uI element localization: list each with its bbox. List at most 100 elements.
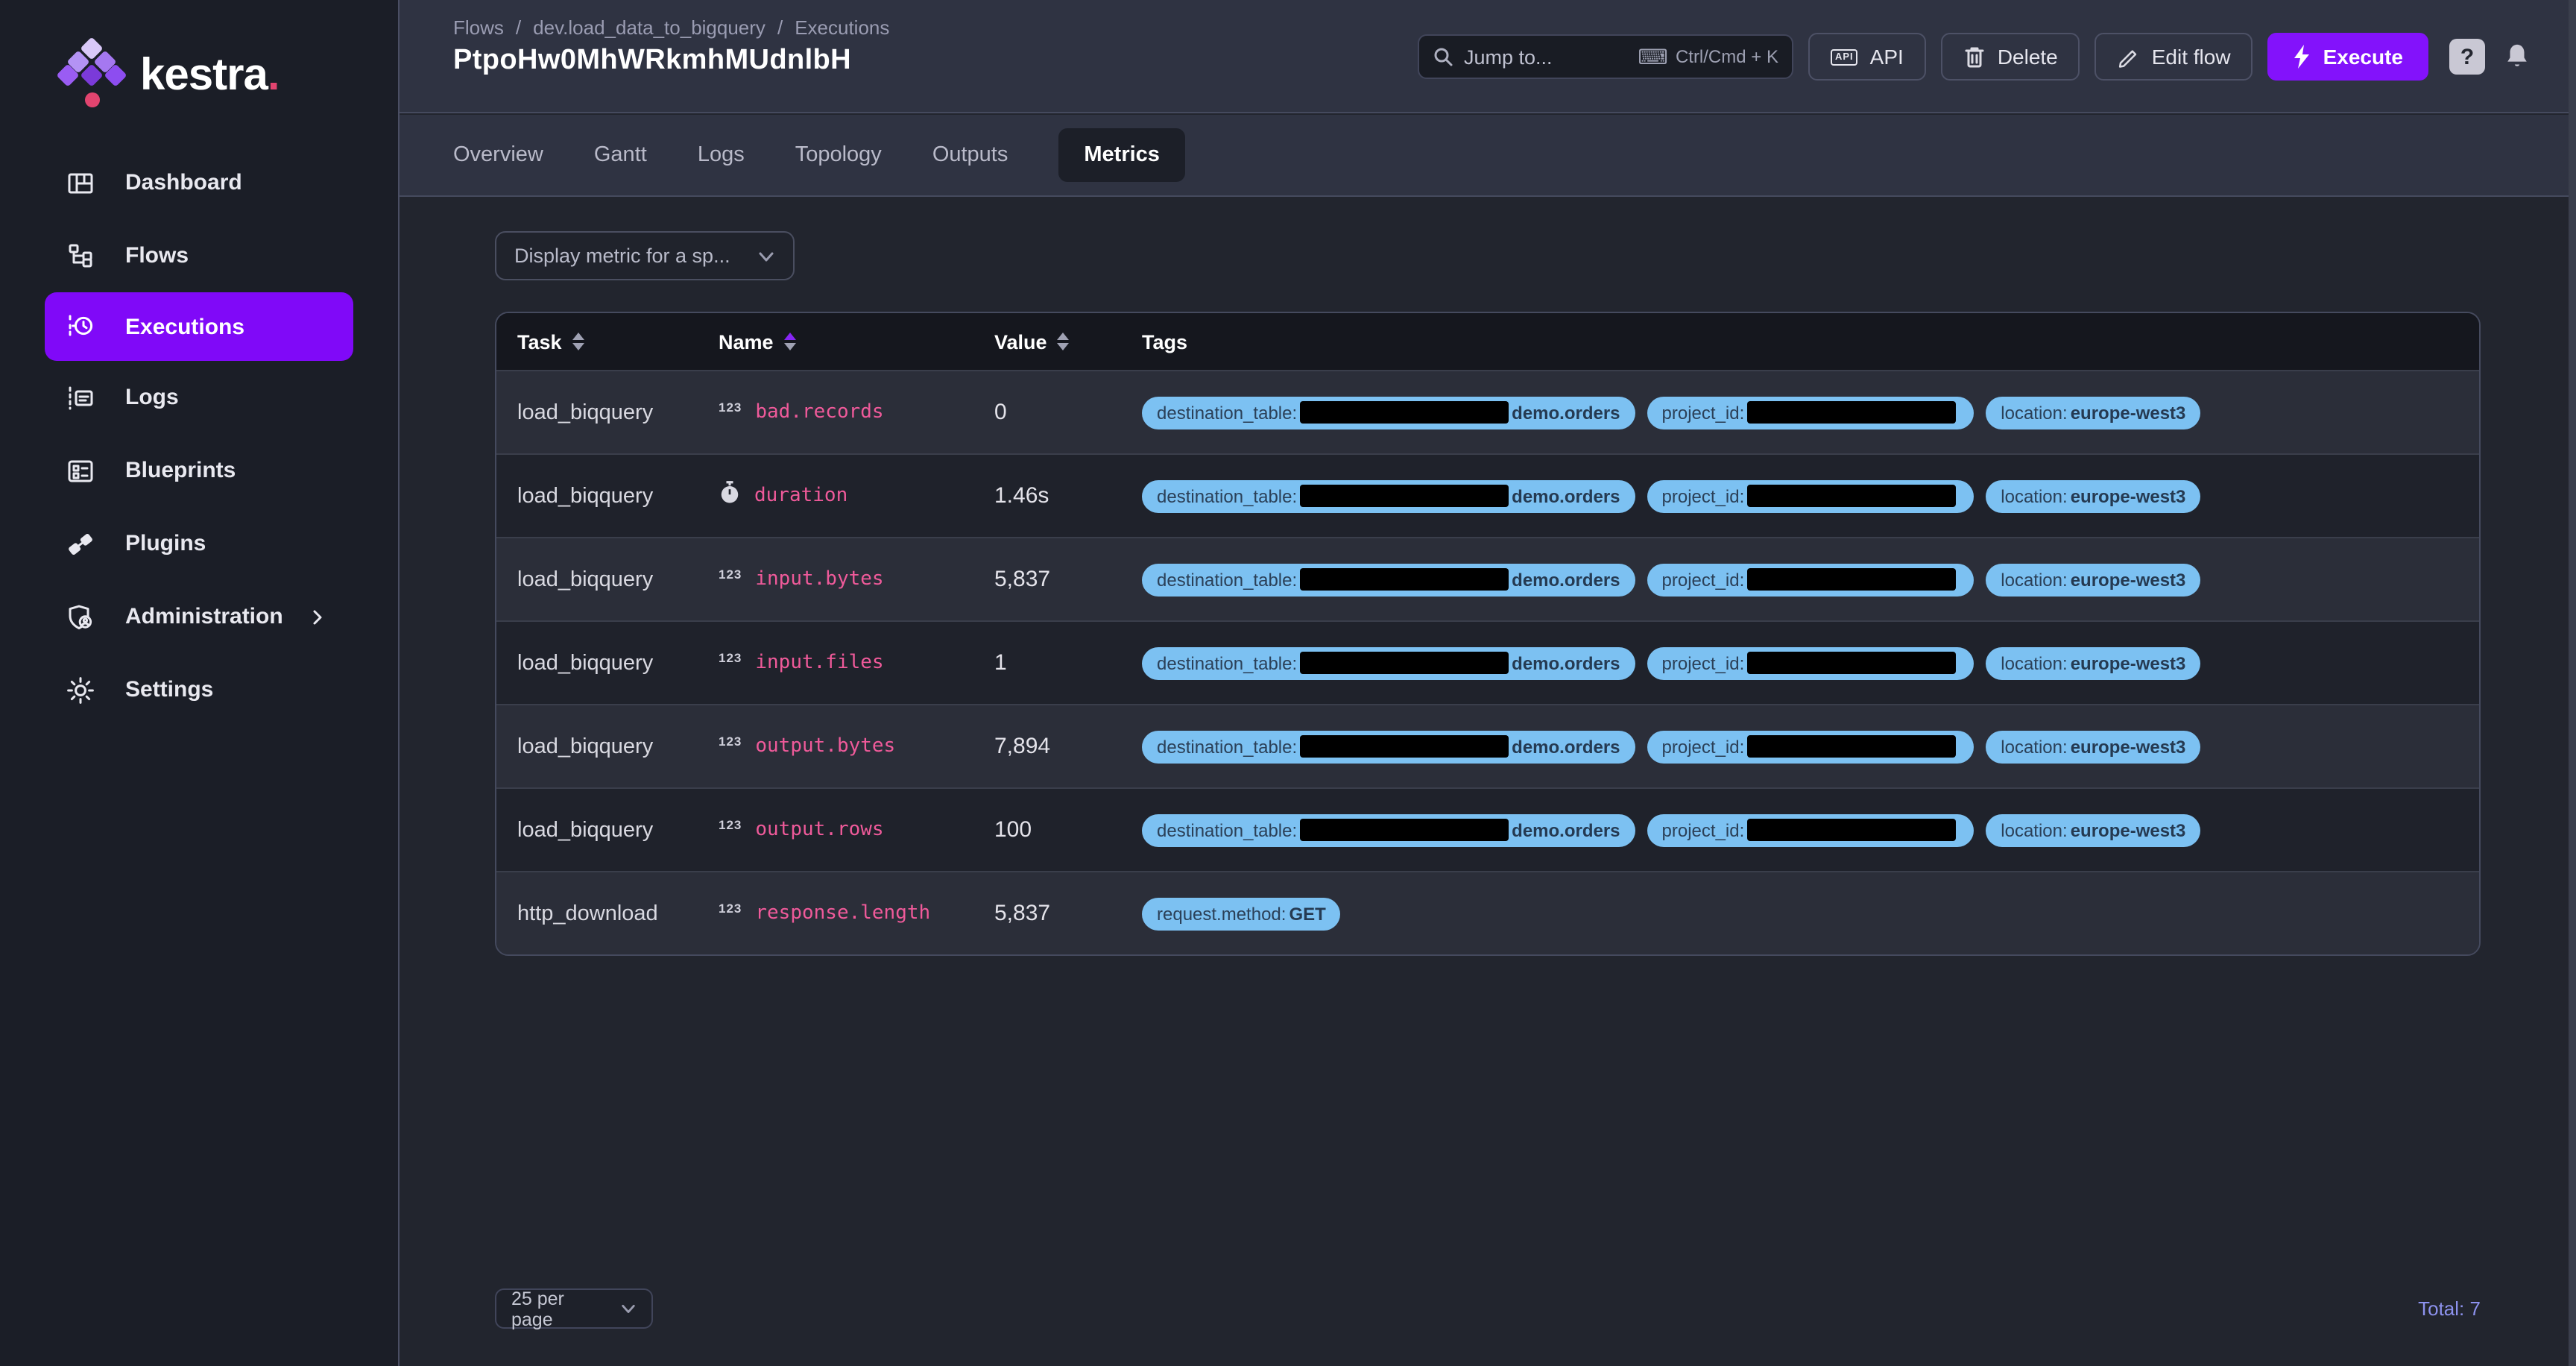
chevron-down-icon	[620, 1300, 637, 1317]
sidebar-item-label: Settings	[125, 677, 213, 702]
tab-overview[interactable]: Overview	[453, 143, 543, 167]
kestra-logo-text: kestra.	[140, 51, 280, 101]
tab-logs[interactable]: Logs	[698, 143, 745, 167]
metric-name: bad.records	[755, 401, 883, 424]
number-type-icon: 123	[719, 733, 742, 748]
tag-label: location:	[2001, 819, 2067, 840]
tag-label: project_id:	[1662, 402, 1745, 423]
sort-icon	[1058, 333, 1070, 350]
tag-label: location:	[2001, 652, 2067, 673]
task-cell: load_biqquery	[517, 734, 719, 758]
tag-label: destination_table:	[1157, 652, 1297, 673]
tag-value: demo.orders	[1512, 402, 1620, 423]
metrics-table-header: Task Name Value Tags	[496, 313, 2479, 370]
sidebar-item-blueprints[interactable]: Blueprints	[45, 434, 353, 507]
metric-name: output.bytes	[755, 735, 895, 758]
sidebar-item-label: Plugins	[125, 531, 206, 556]
tab-topology[interactable]: Topology	[795, 143, 882, 167]
notifications-bell-icon[interactable]	[2503, 42, 2531, 72]
breadcrumb-flows[interactable]: Flows	[453, 16, 504, 39]
settings-icon	[66, 675, 95, 705]
tag-pill: destination_table: demo.orders	[1142, 563, 1635, 596]
sidebar-item-dashboard[interactable]: Dashboard	[45, 146, 353, 219]
number-type-icon: 123	[719, 900, 742, 915]
tag-value: europe-west3	[2071, 819, 2186, 840]
api-button[interactable]: API API	[1808, 33, 1926, 81]
tag-pill: destination_table: demo.orders	[1142, 646, 1635, 679]
breadcrumb-executions[interactable]: Executions	[795, 16, 889, 39]
tag-pill: destination_table: demo.orders	[1142, 396, 1635, 429]
logs-icon	[66, 383, 95, 412]
per-page-dropdown[interactable]: 25 per page	[495, 1288, 653, 1329]
metric-name: response.length	[755, 902, 930, 925]
tab-outputs[interactable]: Outputs	[932, 143, 1008, 167]
tab-metrics[interactable]: Metrics	[1058, 128, 1185, 182]
tag-pill: destination_table: demo.orders	[1142, 479, 1635, 512]
tab-gantt[interactable]: Gantt	[594, 143, 647, 167]
search-input[interactable]: Jump to... ⌨Ctrl/Cmd + K	[1418, 34, 1793, 79]
task-cell: load_biqquery	[517, 567, 719, 591]
table-row: load_biqquery 123 output.bytes 7,894 des…	[496, 704, 2479, 787]
tag-pill: location: europe-west3	[1986, 563, 2200, 596]
tag-label: destination_table:	[1157, 819, 1297, 840]
kestra-logo[interactable]: kestra.	[0, 0, 398, 113]
tag-pill: project_id:	[1647, 813, 1974, 846]
metric-value-cell: 5,837	[994, 901, 1142, 926]
tag-pill: destination_table: demo.orders	[1142, 730, 1635, 763]
redaction-box	[1300, 819, 1509, 841]
redaction-box	[1300, 568, 1509, 591]
tag-pill: project_id:	[1647, 396, 1974, 429]
redaction-box	[1747, 652, 1956, 674]
number-type-icon: 123	[719, 566, 742, 581]
breadcrumb-separator: /	[516, 16, 521, 39]
table-row: load_biqquery 123 bad.records 0 destinat…	[496, 370, 2479, 453]
metric-name-cell: 123 response.length	[719, 902, 994, 925]
timer-icon	[719, 479, 741, 512]
metric-value-cell: 5,837	[994, 567, 1142, 592]
metric-name-cell: duration	[719, 479, 994, 512]
sidebar-item-logs[interactable]: Logs	[45, 361, 353, 434]
tag-pill: location: europe-west3	[1986, 646, 2200, 679]
blueprints-icon	[66, 456, 95, 485]
search-shortcut: ⌨Ctrl/Cmd + K	[1638, 44, 1778, 69]
sidebar-item-administration[interactable]: Administration	[45, 580, 353, 653]
tags-cell: destination_table: demo.ordersproject_id…	[1142, 563, 2479, 596]
number-type-icon: 123	[719, 816, 742, 831]
edit-flow-button[interactable]: Edit flow	[2095, 33, 2253, 81]
scrollbar[interactable]	[2569, 0, 2576, 1366]
tag-label: destination_table:	[1157, 485, 1297, 506]
help-button[interactable]: ?	[2449, 39, 2485, 75]
breadcrumb-flow-id[interactable]: dev.load_data_to_bigquery	[533, 16, 765, 39]
flows-icon	[66, 241, 95, 271]
task-cell: http_download	[517, 901, 719, 925]
column-header-value[interactable]: Value	[994, 330, 1142, 353]
sidebar-item-plugins[interactable]: Plugins	[45, 507, 353, 580]
app-window: kestra. Dashboard Flows Executions	[0, 0, 2576, 1366]
tag-label: location:	[2001, 485, 2067, 506]
metric-name: duration	[754, 485, 847, 507]
execute-button[interactable]: Execute	[2268, 33, 2428, 81]
tag-label: location:	[2001, 569, 2067, 590]
total-count: Total: 7	[2418, 1297, 2481, 1320]
trash-icon	[1963, 45, 1986, 69]
tag-pill: destination_table: demo.orders	[1142, 813, 1635, 846]
delete-button[interactable]: Delete	[1941, 33, 2080, 81]
sidebar-item-flows[interactable]: Flows	[45, 219, 353, 292]
tags-cell: destination_table: demo.orders project_id…	[1142, 396, 2479, 429]
sort-icon	[572, 333, 584, 350]
tag-pill: project_id:	[1647, 730, 1974, 763]
sidebar: kestra. Dashboard Flows Executions	[0, 0, 400, 1366]
sidebar-item-executions[interactable]: Executions	[45, 292, 353, 361]
sidebar-item-settings[interactable]: Settings	[45, 653, 353, 726]
metric-name: input.files	[755, 652, 883, 674]
redaction-box	[1300, 735, 1509, 758]
administration-icon	[66, 602, 95, 632]
column-header-name[interactable]: Name	[719, 330, 994, 353]
sidebar-item-label: Blueprints	[125, 458, 236, 483]
column-header-task[interactable]: Task	[517, 330, 719, 353]
tag-label: request.method:	[1157, 903, 1286, 924]
metric-filter-dropdown[interactable]: Display metric for a sp...	[495, 231, 795, 280]
tag-pill: location: europe-west3	[1986, 396, 2200, 429]
topbar: Flows / dev.load_data_to_bigquery / Exec…	[400, 0, 2576, 113]
bolt-icon	[2294, 45, 2311, 69]
